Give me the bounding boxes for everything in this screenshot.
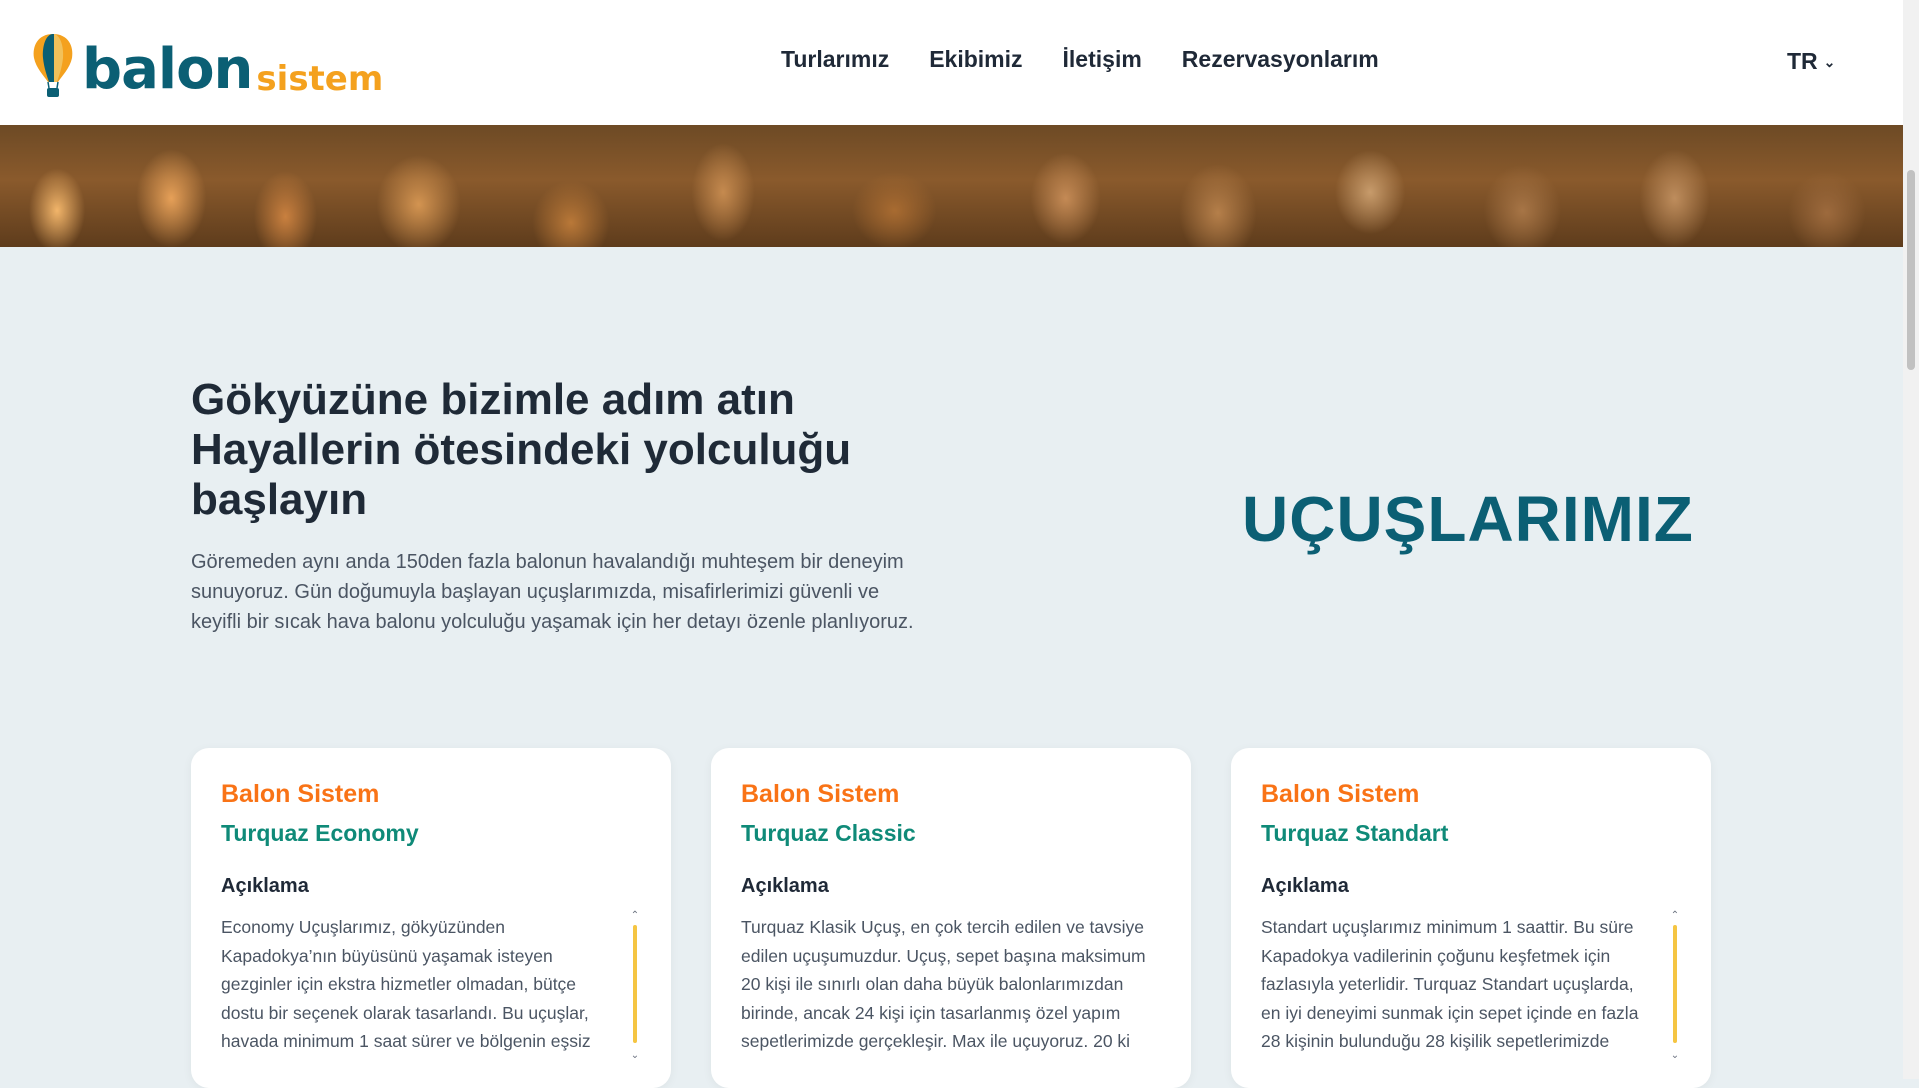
main-nav: Turlarımız Ekibimiz İletişim Rezervasyon… bbox=[781, 46, 1379, 73]
card-description: Standart uçuşlarımız minimum 1 saattir. … bbox=[1261, 917, 1639, 1051]
chevron-up-icon[interactable]: ⌃ bbox=[1669, 911, 1681, 921]
scrollbar-thumb[interactable] bbox=[1907, 170, 1915, 370]
logo-wordmark-main: balon bbox=[82, 37, 253, 102]
flight-card-standart[interactable]: Balon Sistem Turquaz Standart Açıklama S… bbox=[1231, 748, 1711, 1088]
card-brand: Balon Sistem bbox=[741, 780, 900, 808]
site-header: balon sistem Turlarımız Ekibimiz İletişi… bbox=[0, 0, 1903, 125]
card-description: Economy Uçuşlarımız, gökyüzünden Kapadok… bbox=[221, 917, 591, 1051]
card-description: Turquaz Klasik Uçuş, en çok tercih edile… bbox=[741, 917, 1146, 1051]
card-brand: Balon Sistem bbox=[221, 780, 380, 808]
scrollbar-thumb[interactable] bbox=[1673, 925, 1677, 1043]
nav-link-team[interactable]: Ekibimiz bbox=[929, 46, 1022, 73]
page-headline: Gökyüzüne bizimle adım atın Hayallerin ö… bbox=[191, 375, 911, 525]
card-tier: Turquaz Classic bbox=[741, 820, 916, 846]
scrollbar-thumb[interactable] bbox=[633, 925, 637, 1043]
logo-wordmark-sub: sistem bbox=[256, 59, 384, 99]
card-description-label: Açıklama bbox=[221, 875, 309, 897]
card-description-label: Açıklama bbox=[741, 875, 829, 897]
card-brand: Balon Sistem bbox=[1261, 780, 1420, 808]
chevron-down-icon[interactable]: ⌄ bbox=[1669, 1051, 1681, 1061]
card-tier: Turquaz Standart bbox=[1261, 820, 1449, 846]
flight-card-economy[interactable]: Balon Sistem Turquaz Economy Açıklama Ec… bbox=[191, 748, 671, 1088]
language-label: TR bbox=[1787, 48, 1818, 74]
intro-paragraph: Göremeden aynı anda 150den fazla balonun… bbox=[191, 551, 914, 633]
card-description-scrollbar[interactable]: ⌃ ⌄ bbox=[629, 911, 641, 1061]
card-tier: Turquaz Economy bbox=[221, 820, 419, 846]
headline-line-2: Hayallerin ötesindeki yolculuğu bbox=[191, 425, 852, 474]
nav-link-tours[interactable]: Turlarımız bbox=[781, 46, 889, 73]
nav-link-reservations[interactable]: Rezervasyonlarım bbox=[1182, 46, 1379, 73]
nav-link-contact[interactable]: İletişim bbox=[1063, 46, 1142, 73]
language-selector[interactable]: TR ⌄ bbox=[1787, 48, 1835, 75]
hero-image-strip bbox=[0, 125, 1903, 247]
chevron-down-icon: ⌄ bbox=[1823, 54, 1836, 70]
site-logo[interactable]: balon sistem bbox=[30, 28, 383, 98]
chevron-up-icon[interactable]: ⌃ bbox=[629, 911, 641, 921]
flights-section-title: UÇUŞLARIMIZ bbox=[1242, 483, 1694, 555]
hot-air-balloon-icon bbox=[33, 34, 73, 97]
card-description-scrollbar[interactable]: ⌃ ⌄ bbox=[1669, 911, 1681, 1061]
card-description-label: Açıklama bbox=[1261, 875, 1349, 897]
headline-line-3: başlayın bbox=[191, 475, 368, 524]
headline-line-1: Gökyüzüne bizimle adım atın bbox=[191, 375, 795, 424]
flight-card-classic[interactable]: Balon Sistem Turquaz Classic Açıklama Tu… bbox=[711, 748, 1191, 1088]
page-scrollbar[interactable] bbox=[1903, 0, 1919, 1079]
chevron-down-icon[interactable]: ⌄ bbox=[629, 1051, 641, 1061]
